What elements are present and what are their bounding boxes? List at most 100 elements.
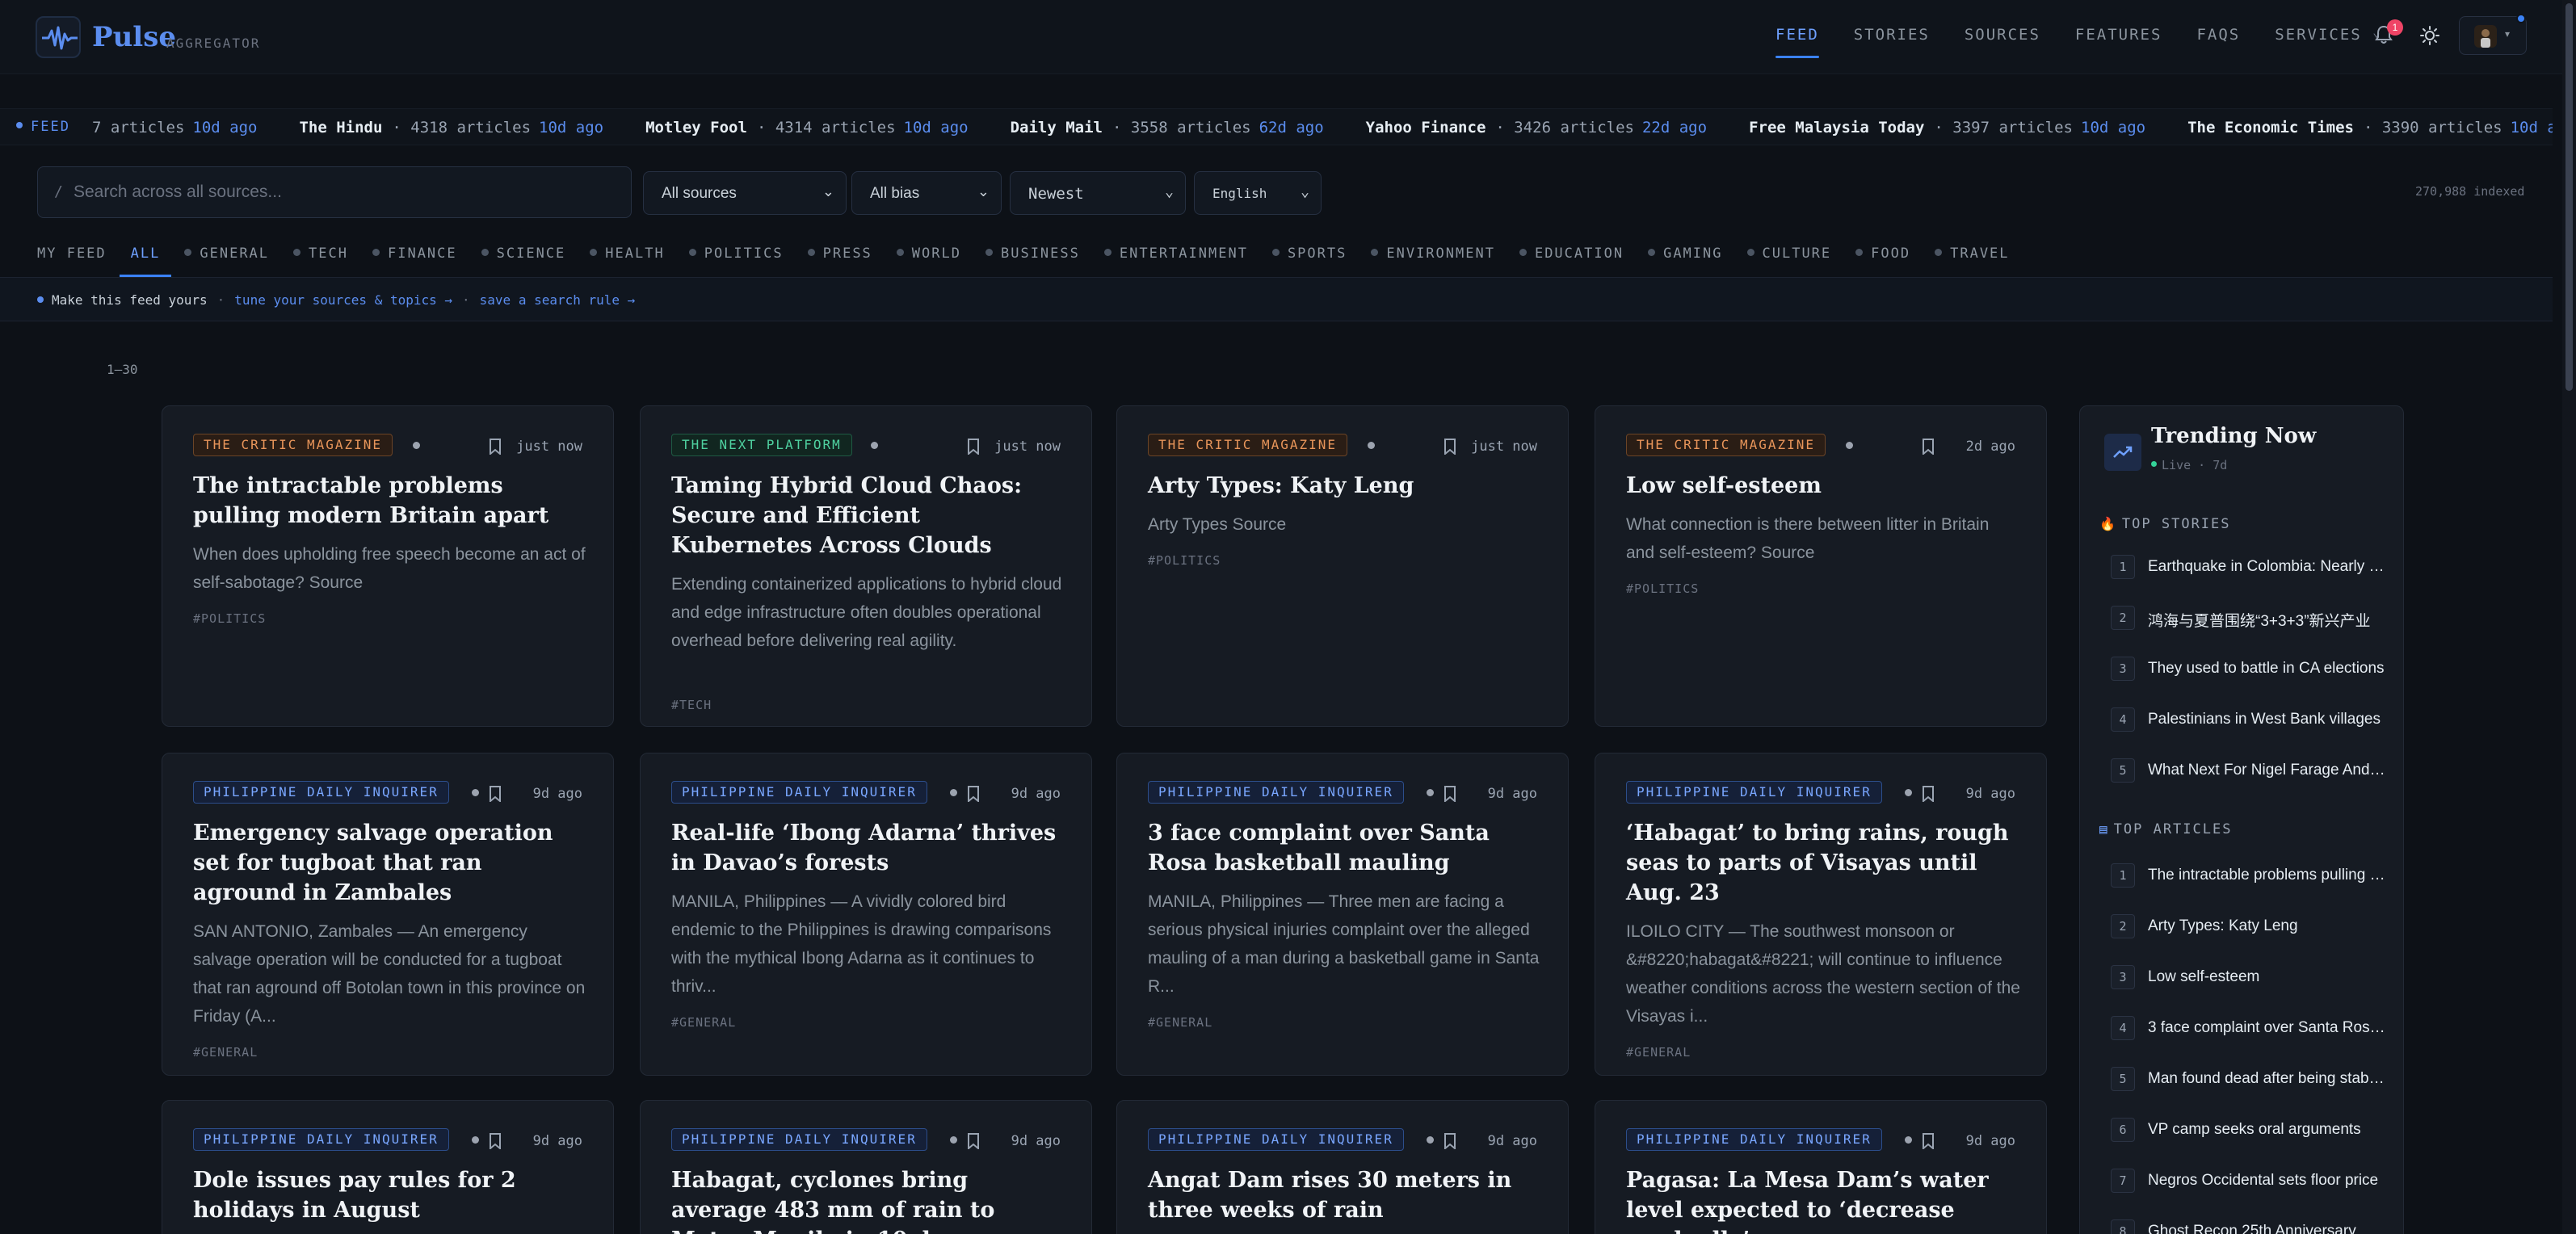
bookmark-icon[interactable]: [1922, 1133, 1935, 1149]
tab-tech[interactable]: TECH: [293, 236, 348, 278]
tab-finance[interactable]: FINANCE: [372, 236, 457, 278]
ticker-item[interactable]: Daily Mail · 3558 articles 62d ago: [1011, 119, 1324, 136]
card-title[interactable]: Real-life ‘Ibong Adarna’ thrives in Dava…: [671, 818, 1067, 878]
nav-services[interactable]: SERVICES ⌄: [2275, 24, 2382, 44]
tab-world[interactable]: WORLD: [896, 236, 961, 278]
article-card[interactable]: THE CRITIC MAGAZINE just now Arty Types: K…: [1116, 405, 1569, 727]
tab-sports[interactable]: SPORTS: [1271, 236, 1347, 278]
trending-item[interactable]: 2 鸿海与夏普围绕“3+3+3”新兴产业: [2111, 602, 2385, 635]
nav-feed[interactable]: FEED: [1775, 26, 1819, 58]
save-search-rule-link[interactable]: save a search rule →: [480, 292, 636, 308]
trending-item[interactable]: 1 The intractable problems pulling modern…: [2111, 860, 2387, 892]
card-tag[interactable]: #POLITICS: [1148, 553, 1221, 568]
card-title[interactable]: Angat Dam rises 30 meters in three weeks…: [1148, 1165, 1544, 1225]
source-badge[interactable]: PHILIPPINE DAILY INQUIRER: [1626, 781, 1882, 804]
tab-food[interactable]: FOOD: [1855, 236, 1910, 278]
ticker-item[interactable]: The Economic Times · 3390 articles 10d ago: [2187, 119, 2553, 136]
tab-gaming[interactable]: GAMING: [1648, 236, 1722, 278]
trending-item[interactable]: 5 Man found dead after being stabbed: [2111, 1064, 2387, 1096]
tab-entertainment[interactable]: ENTERTAINMENT: [1103, 236, 1248, 278]
card-title[interactable]: Pagasa: La Mesa Dam’s water level expect…: [1626, 1165, 2022, 1234]
bookmark-icon[interactable]: [489, 1133, 502, 1149]
nav-faqs[interactable]: FAQS: [2196, 26, 2240, 44]
ticker-item[interactable]: Free Malaysia Today · 3397 articles 10d ag…: [1749, 119, 2145, 136]
article-card[interactable]: THE CRITIC MAGAZINE just now The intractab…: [162, 405, 614, 727]
trending-item[interactable]: 7 Negros Occidental sets floor price: [2111, 1165, 2385, 1198]
card-tag[interactable]: #GENERAL: [1626, 1045, 1691, 1060]
article-card[interactable]: PHILIPPINE DAILY INQUIRER 9d ago Angat Dam…: [1116, 1100, 1569, 1234]
source-badge[interactable]: THE NEXT PLATFORM: [671, 434, 852, 456]
article-card[interactable]: PHILIPPINE DAILY INQUIRER 9d ago 3 face co…: [1116, 753, 1569, 1076]
card-title[interactable]: 3 face complaint over Santa Rosa basketb…: [1148, 818, 1544, 878]
pulse-logo-icon[interactable]: [36, 16, 81, 58]
bookmark-icon[interactable]: [1443, 1133, 1456, 1149]
card-tag[interactable]: #GENERAL: [671, 1015, 736, 1030]
article-card[interactable]: THE CRITIC MAGAZINE 2d ago Low self-esteem…: [1595, 405, 2047, 727]
sources-select[interactable]: All sources ⌄: [643, 171, 847, 215]
bookmark-icon[interactable]: [1443, 786, 1456, 802]
card-tag[interactable]: #POLITICS: [193, 611, 266, 626]
card-title[interactable]: Taming Hybrid Cloud Chaos: Secure and Ef…: [671, 471, 1067, 560]
article-card[interactable]: PHILIPPINE DAILY INQUIRER 9d ago Pagasa: L…: [1595, 1100, 2047, 1234]
bookmark-icon[interactable]: [967, 786, 980, 802]
source-badge[interactable]: PHILIPPINE DAILY INQUIRER: [1626, 1128, 1882, 1151]
trending-item[interactable]: 5 What Next For Nigel Farage And Reform: [2111, 755, 2387, 787]
tab-business[interactable]: BUSINESS: [985, 236, 1080, 278]
trending-item[interactable]: 2 Arty Types: Katy Leng: [2111, 911, 2385, 943]
tab-health[interactable]: HEALTH: [590, 236, 664, 278]
user-menu-button[interactable]: ▾: [2459, 14, 2527, 55]
card-title[interactable]: ‘Habagat’ to bring rains, rough seas to …: [1626, 818, 2022, 908]
sort-select[interactable]: Newest ⌄: [1010, 171, 1186, 215]
trending-item[interactable]: 6 VP camp seeks oral arguments: [2111, 1114, 2385, 1147]
trending-item[interactable]: 4 Palestinians in West Bank villages: [2111, 704, 2385, 737]
article-card[interactable]: PHILIPPINE DAILY INQUIRER 9d ago Real-life…: [640, 753, 1092, 1076]
ticker-item[interactable]: Yahoo Finance · 3426 articles 22d ago: [1366, 119, 1707, 136]
source-badge[interactable]: THE CRITIC MAGAZINE: [1626, 434, 1826, 456]
source-badge[interactable]: PHILIPPINE DAILY INQUIRER: [1148, 781, 1404, 804]
source-badge[interactable]: PHILIPPINE DAILY INQUIRER: [671, 781, 927, 804]
card-title[interactable]: Low self-esteem: [1626, 471, 2022, 501]
source-badge[interactable]: PHILIPPINE DAILY INQUIRER: [193, 781, 449, 804]
article-card[interactable]: PHILIPPINE DAILY INQUIRER 9d ago Habagat, …: [640, 1100, 1092, 1234]
trending-item[interactable]: 3 They used to battle in CA elections: [2111, 653, 2385, 686]
tab-my-feed[interactable]: MY FEED: [37, 236, 107, 278]
source-badge[interactable]: PHILIPPINE DAILY INQUIRER: [193, 1128, 449, 1151]
card-title[interactable]: Dole issues pay rules for 2 holidays in …: [193, 1165, 589, 1225]
bookmark-icon[interactable]: [1443, 439, 1456, 455]
trending-item[interactable]: 8 Ghost Recon 25th Anniversary: [2111, 1216, 2385, 1234]
bookmark-icon[interactable]: [967, 1133, 980, 1149]
card-title[interactable]: The intractable problems pulling modern …: [193, 471, 589, 531]
ticker-item[interactable]: Motley Fool · 4314 articles 10d ago: [645, 119, 969, 136]
card-title[interactable]: Emergency salvage operation set for tugb…: [193, 818, 589, 908]
card-tag[interactable]: #GENERAL: [1148, 1015, 1212, 1030]
trending-item[interactable]: 3 Low self-esteem: [2111, 962, 2385, 994]
source-badge[interactable]: PHILIPPINE DAILY INQUIRER: [1148, 1128, 1404, 1151]
scrollbar-thumb[interactable]: [2565, 3, 2573, 391]
bookmark-icon[interactable]: [489, 786, 502, 802]
article-card[interactable]: PHILIPPINE DAILY INQUIRER 9d ago ‘Habagat’…: [1595, 753, 2047, 1076]
bias-select[interactable]: All bias ⌄: [851, 171, 1002, 215]
nav-stories[interactable]: STORIES: [1854, 26, 1930, 44]
tab-culture[interactable]: CULTURE: [1746, 236, 1832, 278]
trending-item[interactable]: 4 3 face complaint over Santa Rosa basket…: [2111, 1013, 2387, 1045]
card-title[interactable]: Arty Types: Katy Leng: [1148, 471, 1544, 501]
source-badge[interactable]: THE CRITIC MAGAZINE: [1148, 434, 1348, 456]
article-card[interactable]: PHILIPPINE DAILY INQUIRER 9d ago Dole issu…: [162, 1100, 614, 1234]
theme-toggle-sun-icon[interactable]: [2420, 26, 2439, 45]
tab-general[interactable]: GENERAL: [184, 236, 269, 278]
tab-environment[interactable]: ENVIRONMENT: [1371, 236, 1495, 278]
search-input[interactable]: [74, 178, 607, 206]
tab-education[interactable]: EDUCATION: [1519, 236, 1624, 278]
nav-features[interactable]: FEATURES: [2075, 26, 2162, 44]
tab-travel[interactable]: TRAVEL: [1935, 236, 2009, 278]
tab-politics[interactable]: POLITICS: [688, 236, 784, 278]
tab-all[interactable]: ALL: [119, 236, 171, 278]
brand-name[interactable]: Pulse: [92, 21, 176, 53]
source-badge[interactable]: PHILIPPINE DAILY INQUIRER: [671, 1128, 927, 1151]
article-card[interactable]: THE NEXT PLATFORM just now Taming Hybrid C…: [640, 405, 1092, 727]
source-badge[interactable]: THE CRITIC MAGAZINE: [193, 434, 393, 456]
card-tag[interactable]: #GENERAL: [193, 1045, 258, 1060]
card-title[interactable]: Habagat, cyclones bring average 483 mm o…: [671, 1165, 1067, 1234]
language-select[interactable]: English ⌄: [1194, 171, 1322, 215]
bookmark-icon[interactable]: [1922, 439, 1935, 455]
